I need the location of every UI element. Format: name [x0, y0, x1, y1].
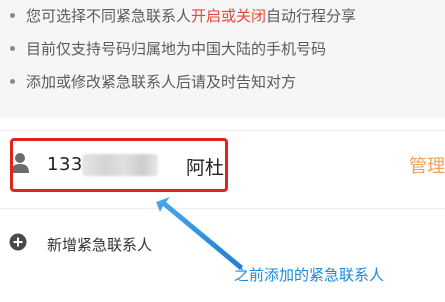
emergency-contacts-screen: 您可选择不同紧急联系人 开启或关闭 自动行程分享 目前仅支持号码归属地为中国大陆的手… — [0, 0, 445, 302]
bullet — [10, 78, 15, 84]
divider — [0, 208, 445, 209]
annotation-highlight-box — [10, 138, 228, 192]
notice-item: 您可选择不同紧急联系人 开启或关闭 自动行程分享 — [10, 3, 356, 27]
bullet — [10, 45, 15, 51]
notice-text-tail: 自动行程分享 — [266, 6, 357, 25]
annotation-text: 之前添加的紧急联系人 — [234, 266, 385, 284]
notice-item: 目前仅支持号码归属地为中国大陆的手机号码 — [10, 36, 326, 60]
plus-circle-icon[interactable] — [9, 233, 27, 251]
notice-text: 添加或修改紧急联系人后请及时告知对方 — [26, 72, 297, 91]
notice-item: 添加或修改紧急联系人后请及时告知对方 — [10, 69, 296, 93]
notice-highlight: 开启或关闭 — [191, 6, 267, 25]
notice-text: 目前仅支持号码归属地为中国大陆的手机号码 — [26, 39, 327, 58]
notice-text: 您可选择不同紧急联系人 — [26, 6, 192, 25]
bullet — [10, 12, 15, 18]
section-gap — [0, 118, 445, 130]
manage-button[interactable]: 管理 — [409, 152, 445, 178]
notice-panel: 您可选择不同紧急联系人 开启或关闭 自动行程分享 目前仅支持号码归属地为中国大陆的手… — [0, 0, 445, 118]
add-contact-label[interactable]: 新增紧急联系人 — [47, 234, 152, 255]
